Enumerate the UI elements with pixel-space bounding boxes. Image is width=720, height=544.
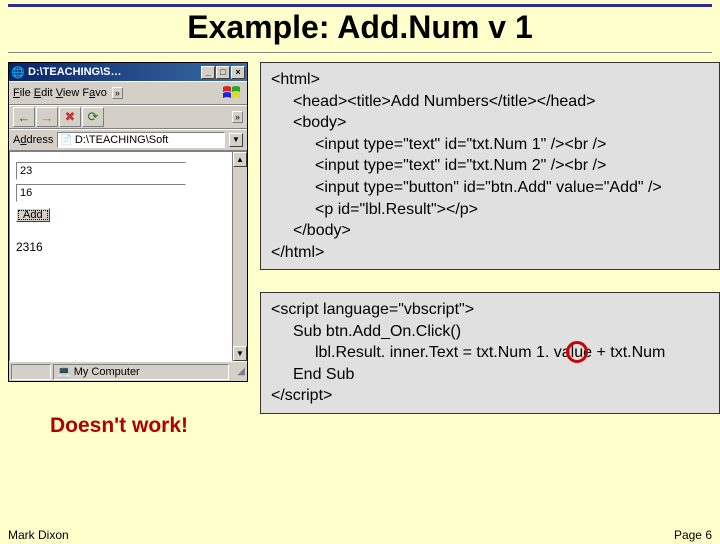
address-dropdown[interactable]: ▼ — [229, 133, 243, 147]
title-bar-rule — [8, 4, 712, 7]
menubar: File Edit View Favo » — [9, 81, 247, 105]
computer-icon: 💻 — [57, 365, 71, 378]
num2-input[interactable] — [16, 184, 186, 202]
code-block-script: <script language="vbscript"> Sub btn.Add… — [260, 292, 720, 414]
code-line: <input type="button" id="btn.Add" value=… — [271, 177, 711, 199]
code-line: <input type="text" id="txt.Num 1" /><br … — [271, 134, 711, 156]
scroll-down-icon[interactable]: ▼ — [233, 346, 247, 361]
address-label: Address — [13, 134, 53, 146]
statusbar: 💻 My Computer ◢ — [9, 361, 247, 381]
ie-icon: 🌐 — [11, 65, 25, 79]
code-line: <body> — [271, 112, 711, 134]
slide-title: Example: Add.Num v 1 — [0, 9, 720, 46]
menu-edit[interactable]: Edit — [34, 87, 53, 99]
browser-window: 🌐 D:\TEACHING\S… _ □ × File Edit View Fa… — [8, 62, 248, 382]
add-button[interactable]: Add — [16, 208, 50, 222]
code-line: </body> — [271, 220, 711, 242]
code-line: <script language="vbscript"> — [271, 299, 711, 321]
code-line: <head><title>Add Numbers</title></head> — [271, 91, 711, 113]
result-label: 2316 — [16, 240, 241, 254]
page-viewport: Add 2316 ▲ ▼ — [9, 151, 247, 361]
maximize-button[interactable]: □ — [216, 66, 230, 79]
scrollbar[interactable]: ▲ ▼ — [232, 152, 247, 361]
code-line: </script> — [271, 385, 711, 407]
back-button[interactable]: ← — [13, 107, 35, 127]
status-text: My Computer — [74, 366, 140, 378]
code-line: lbl.Result. inner.Text = txt.Num 1. valu… — [271, 342, 711, 364]
toolbar-overflow[interactable]: » — [232, 111, 243, 123]
slide-content: 🌐 D:\TEACHING\S… _ □ × File Edit View Fa… — [8, 62, 720, 516]
scroll-up-icon[interactable]: ▲ — [233, 152, 247, 167]
code-line: <p id="lbl.Result"></p> — [271, 199, 711, 221]
code-line: <html> — [271, 69, 711, 91]
code-block-html: <html> <head><title>Add Numbers</title><… — [260, 62, 720, 270]
close-button[interactable]: × — [231, 66, 245, 79]
forward-button[interactable]: → — [36, 107, 58, 127]
num1-input[interactable] — [16, 162, 186, 180]
windows-logo-icon — [221, 84, 243, 102]
minimize-button[interactable]: _ — [201, 66, 215, 79]
address-field[interactable]: 📄 D:\TEACHING\Soft — [57, 132, 225, 148]
status-seg-left — [11, 364, 51, 380]
title-underline — [8, 52, 712, 53]
doesnt-work-note: Doesn't work! — [50, 414, 188, 438]
menu-view[interactable]: View — [56, 87, 80, 99]
code-line: End Sub — [271, 364, 711, 386]
window-title: D:\TEACHING\S… — [28, 66, 201, 78]
status-zone: 💻 My Computer — [53, 364, 229, 380]
address-value: D:\TEACHING\Soft — [75, 134, 169, 146]
toolbar: ← → ✖ ⟳ » — [9, 105, 247, 129]
menu-overflow[interactable]: » — [112, 87, 123, 99]
menu-file[interactable]: File — [13, 87, 31, 99]
code-line: <input type="text" id="txt.Num 2" /><br … — [271, 155, 711, 177]
address-bar: Address 📄 D:\TEACHING\Soft ▼ — [9, 129, 247, 151]
refresh-button[interactable]: ⟳ — [82, 107, 104, 127]
code-line: </html> — [271, 242, 711, 264]
titlebar: 🌐 D:\TEACHING\S… _ □ × — [9, 63, 247, 81]
menu-favorites[interactable]: Favo — [82, 87, 106, 99]
resize-grip-icon: ◢ — [231, 366, 245, 377]
stop-button[interactable]: ✖ — [59, 107, 81, 127]
document-icon: 📄 — [60, 135, 72, 146]
code-line: Sub btn.Add_On.Click() — [271, 321, 711, 343]
